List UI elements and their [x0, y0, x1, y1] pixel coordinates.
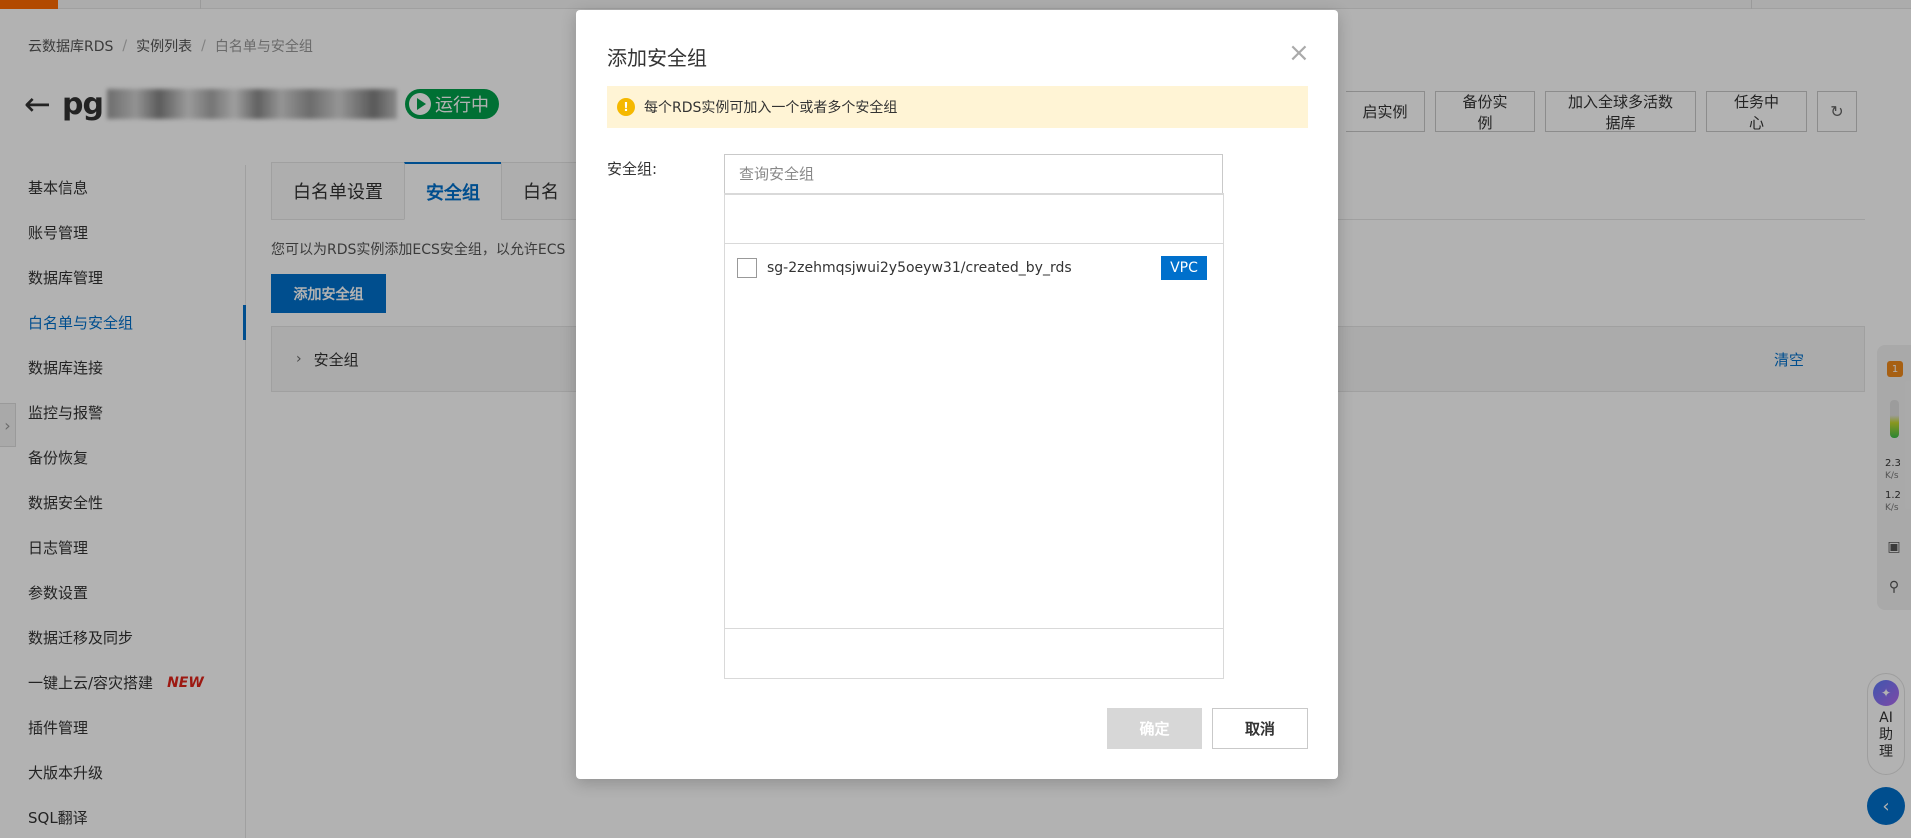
search-security-group-input[interactable]: [724, 154, 1223, 194]
warning-icon: !: [617, 98, 635, 116]
security-group-checkbox[interactable]: [737, 258, 757, 278]
cancel-button[interactable]: 取消: [1212, 708, 1308, 749]
notice-banner: ! 每个RDS实例可加入一个或者多个安全组: [607, 86, 1308, 128]
list-item[interactable]: sg-2zehmqsjwui2y5oeyw31/created_by_rds V…: [737, 256, 1207, 280]
notice-text: 每个RDS实例可加入一个或者多个安全组: [644, 100, 898, 116]
confirm-button[interactable]: 确定: [1107, 708, 1202, 749]
security-group-field-label: 安全组:: [607, 160, 658, 178]
network-type-tag: VPC: [1161, 256, 1207, 280]
dialog-title: 添加安全组: [607, 46, 707, 70]
list-filter-area[interactable]: [725, 194, 1223, 244]
security-group-name: sg-2zehmqsjwui2y5oeyw31/created_by_rds: [767, 260, 1072, 276]
security-group-list: sg-2zehmqsjwui2y5oeyw31/created_by_rds V…: [724, 193, 1224, 679]
add-security-group-dialog: 添加安全组 × ! 每个RDS实例可加入一个或者多个安全组 安全组: sg-2z…: [576, 10, 1338, 779]
close-icon[interactable]: ×: [1288, 40, 1310, 66]
list-footer: [725, 628, 1223, 678]
